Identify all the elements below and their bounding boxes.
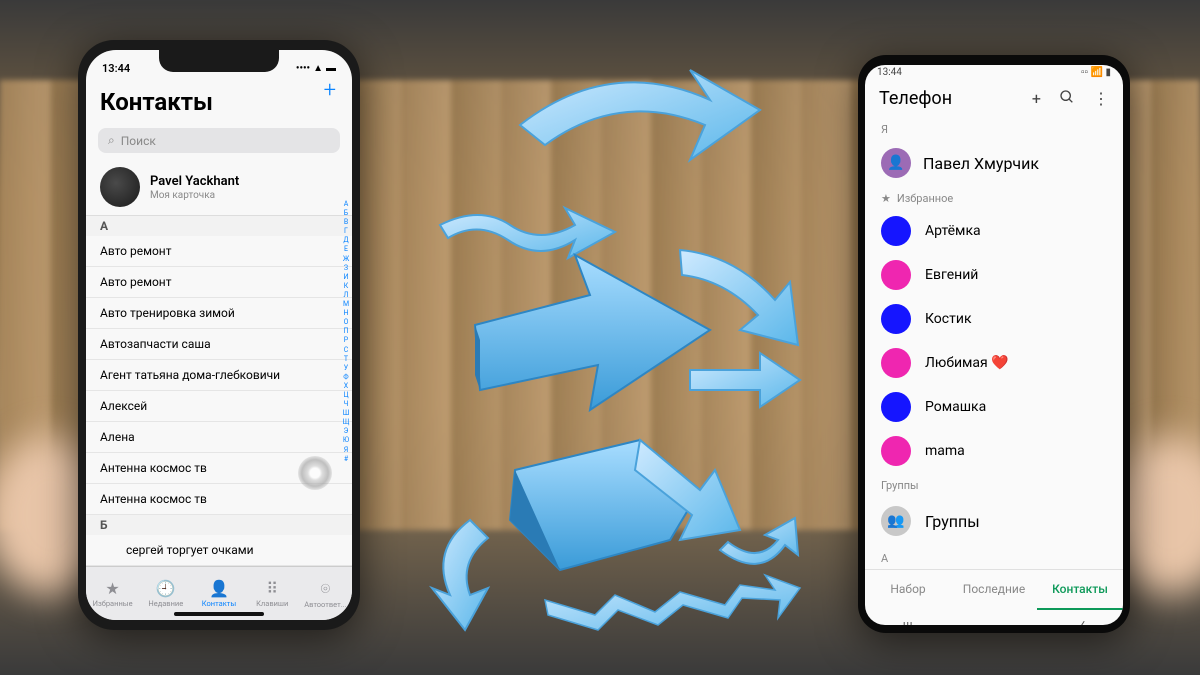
android-device: 13:44 ▫▫ 📶 ▮ Телефон + ⋮ Я 👤 Павел Хмурч… <box>858 55 1130 633</box>
tab-label: Автоответ... <box>304 600 346 609</box>
android-nav-bar: ||| ○ 〈 <box>865 610 1123 625</box>
contact-row[interactable]: Авто ремонт <box>86 236 352 267</box>
my-profile-row[interactable]: 👤 Павел Хмурчик <box>865 140 1123 186</box>
section-header: Б <box>86 515 352 535</box>
contact-row[interactable]: сергей торгует очками <box>86 535 352 566</box>
tab-label: Избранные <box>93 599 133 608</box>
contact-name: Евгений <box>925 267 978 283</box>
section-header: А <box>86 216 352 236</box>
android-status-bar: 13:44 ▫▫ 📶 ▮ <box>865 65 1123 78</box>
android-tabbar: НаборПоследниеКонтакты <box>865 569 1123 610</box>
favorites-section-header: ★ Избранное <box>865 186 1123 209</box>
search-placeholder: Поиск <box>121 134 156 148</box>
iphone-notch <box>159 50 279 72</box>
contact-row[interactable]: Авто ремонт <box>86 267 352 298</box>
app-title: Телефон <box>879 88 1032 109</box>
contact-color-icon <box>881 348 911 378</box>
tab-label: Контакты <box>202 599 236 608</box>
wifi-icon: ▲ <box>313 63 323 74</box>
battery-icon: ▬ <box>326 63 336 74</box>
tab-Контакты[interactable]: Контакты <box>1037 570 1123 610</box>
page-title: Контакты <box>100 88 338 116</box>
groups-section-header: Группы <box>865 473 1123 496</box>
iphone-screen: 13:44 •••• ▲ ▬ + Контакты ⌕ Поиск Pavel … <box>86 50 352 620</box>
groups-label: Группы <box>925 512 980 531</box>
android-screen: 13:44 ▫▫ 📶 ▮ Телефон + ⋮ Я 👤 Павел Хмурч… <box>865 65 1123 625</box>
android-header: Телефон + ⋮ <box>865 78 1123 117</box>
favorite-row[interactable]: mama <box>865 429 1123 473</box>
back-button[interactable]: 〈 <box>1071 618 1085 625</box>
contacts-list[interactable]: ААвто ремонтАвто ремонтАвто тренировка з… <box>86 216 352 586</box>
home-button[interactable]: ○ <box>988 620 996 626</box>
contact-color-icon <box>881 392 911 422</box>
favorite-row[interactable]: Ромашка <box>865 385 1123 429</box>
tab-Последние[interactable]: Последние <box>951 570 1037 610</box>
contact-name: Любимая ❤️ <box>925 355 1009 371</box>
ios-time: 13:44 <box>102 62 130 75</box>
profile-avatar-icon: 👤 <box>881 148 911 178</box>
groups-icon: 👥 <box>881 506 911 536</box>
recents-button[interactable]: ||| <box>903 620 913 625</box>
contact-row[interactable]: Алена <box>86 422 352 453</box>
add-button[interactable]: + <box>1032 89 1041 109</box>
more-button[interactable]: ⋮ <box>1093 89 1109 109</box>
tab-icon: 🕘 <box>156 579 176 598</box>
tab-icon: ⠿ <box>266 579 278 598</box>
contact-color-icon <box>881 216 911 246</box>
favorites-list: Артёмка Евгений Костик Любимая ❤️ Ромашка mam… <box>865 209 1123 473</box>
search-button[interactable] <box>1059 89 1075 109</box>
contact-row[interactable]: Автозапчасти саша <box>86 329 352 360</box>
avatar <box>100 167 140 207</box>
star-icon: ★ <box>881 192 891 205</box>
alphabet-index[interactable]: АБВГДЕЖЗИКЛМНОПРСТУФХЦЧШЩЭЮЯ# <box>341 200 351 464</box>
tab-label: Недавние <box>148 599 183 608</box>
contact-color-icon <box>881 304 911 334</box>
contact-name: Костик <box>925 311 972 327</box>
groups-row[interactable]: 👥 Группы <box>865 496 1123 546</box>
search-input[interactable]: ⌕ Поиск <box>98 128 340 153</box>
contact-row[interactable]: Агент татьяна дома-глебковичи <box>86 360 352 391</box>
contact-name: mama <box>925 443 965 459</box>
tab-icon: 👤 <box>209 579 229 598</box>
contact-name: Ромашка <box>925 399 986 415</box>
contact-row[interactable]: Алексей <box>86 391 352 422</box>
favorite-row[interactable]: Евгений <box>865 253 1123 297</box>
contact-color-icon <box>881 260 911 290</box>
my-card-sub: Моя карточка <box>150 190 239 201</box>
iphone-device: 13:44 •••• ▲ ▬ + Контакты ⌕ Поиск Pavel … <box>78 40 360 630</box>
assistive-touch-icon[interactable] <box>298 456 332 490</box>
contact-name: Артёмка <box>925 223 981 239</box>
letter-a-header: А <box>865 546 1123 569</box>
tab-label: Клавиши <box>256 599 288 608</box>
tab-Избранные[interactable]: ★Избранные <box>86 567 139 620</box>
tab-Набор[interactable]: Набор <box>865 570 951 610</box>
search-icon: ⌕ <box>108 133 115 148</box>
add-contact-button[interactable]: + <box>324 78 336 103</box>
tab-icon: ⌾ <box>321 579 331 599</box>
android-status-icons: ▫▫ 📶 ▮ <box>1081 67 1111 78</box>
signal-icon: •••• <box>296 63 310 74</box>
favorite-row[interactable]: Костик <box>865 297 1123 341</box>
favorite-row[interactable]: Артёмка <box>865 209 1123 253</box>
my-profile-name: Павел Хмурчик <box>923 154 1039 173</box>
android-time: 13:44 <box>877 67 902 78</box>
home-indicator[interactable] <box>174 612 264 616</box>
contact-color-icon <box>881 436 911 466</box>
tab-Автоответ...[interactable]: ⌾Автоответ... <box>299 567 352 620</box>
tab-icon: ★ <box>105 579 119 598</box>
me-section-header: Я <box>865 117 1123 140</box>
my-card-name: Pavel Yackhant <box>150 174 239 189</box>
contact-row[interactable]: Авто тренировка зимой <box>86 298 352 329</box>
favorite-row[interactable]: Любимая ❤️ <box>865 341 1123 385</box>
my-card[interactable]: Pavel Yackhant Моя карточка <box>86 159 352 216</box>
